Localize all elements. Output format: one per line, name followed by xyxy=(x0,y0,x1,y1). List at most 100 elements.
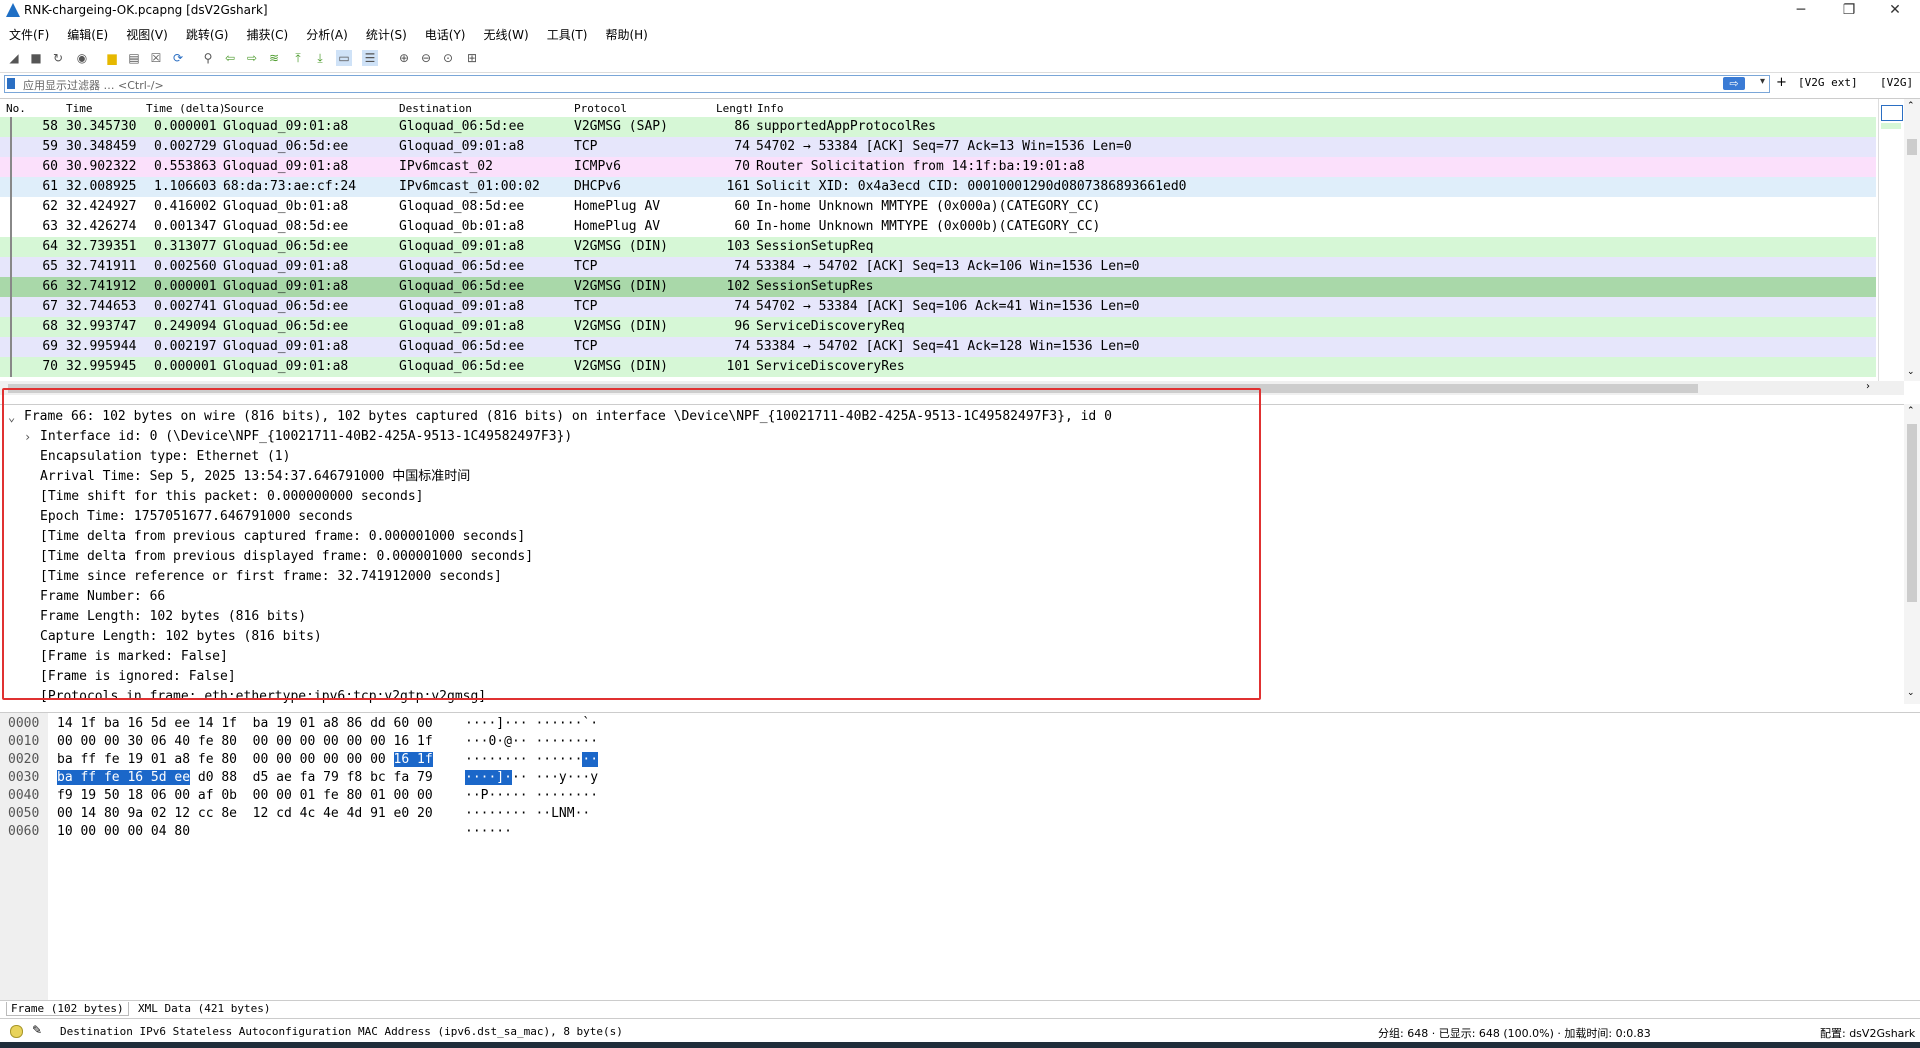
details-vscroll-thumb[interactable] xyxy=(1907,424,1917,602)
menu-capture[interactable]: 捕获(C) xyxy=(237,24,297,43)
menu-view[interactable]: 视图(V) xyxy=(117,24,177,43)
packet-cell-proto: TCP xyxy=(574,339,598,354)
colorize-icon[interactable]: ☰ xyxy=(362,50,378,66)
menu-wireless[interactable]: 无线(W) xyxy=(475,24,538,43)
tree-item-text: [Time delta from previous captured frame… xyxy=(40,529,526,544)
packet-row[interactable]: 58 30.345730 0.000001 Gloquad_09:01:a8 Gloqu… xyxy=(0,117,1876,137)
minimize-button[interactable]: ─ xyxy=(1778,0,1824,22)
col-header-destination[interactable]: Destination xyxy=(399,102,472,115)
menu-analyze[interactable]: 分析(A) xyxy=(297,24,357,43)
col-header-length[interactable]: Length xyxy=(716,102,752,115)
bytes-ascii[interactable]: ········ ········ xyxy=(465,751,599,769)
shark-fin-start-icon[interactable]: ◢ xyxy=(6,50,22,66)
packet-row[interactable]: 67 32.744653 0.002741 Gloquad_06:5d:ee Gloqu… xyxy=(0,297,1876,317)
open-file-icon[interactable]: ▆ xyxy=(104,50,120,66)
tab-xml-data[interactable]: XML Data (421 bytes) xyxy=(134,1002,274,1015)
collapse-arrow-icon[interactable]: ⌄ xyxy=(8,407,15,427)
packet-row[interactable]: 68 32.993747 0.249094 Gloquad_06:5d:ee Gloqu… xyxy=(0,317,1876,337)
packet-row[interactable]: 62 32.424927 0.416002 Gloquad_0b:01:a8 Gloqu… xyxy=(0,197,1876,217)
col-header-info[interactable]: Info xyxy=(757,102,784,115)
expand-arrow-icon[interactable]: › xyxy=(24,427,31,447)
menu-go[interactable]: 跳转(G) xyxy=(177,24,238,43)
bytes-hex[interactable]: ba ff fe 19 01 a8 fe 80 00 00 00 00 00 0… xyxy=(57,751,433,769)
bookmark-icon[interactable] xyxy=(7,78,15,89)
display-filter-input[interactable]: 应用显示过滤器 … <Ctrl-/> ⇨ ▾ xyxy=(4,75,1770,93)
packet-row[interactable]: 59 30.348459 0.002729 Gloquad_06:5d:ee Gloqu… xyxy=(0,137,1876,157)
bytes-ascii[interactable]: ··P····· ········ xyxy=(465,787,598,805)
reload-icon[interactable]: ⟳ xyxy=(170,50,186,66)
col-header-no[interactable]: No. xyxy=(6,102,26,115)
packet-list-vscroll-thumb[interactable] xyxy=(1907,139,1917,155)
packet-list-hscroll-thumb[interactable] xyxy=(8,384,1698,393)
v2g-ext-filter-button[interactable]: [V2G ext] xyxy=(1798,76,1858,89)
bytes-ascii[interactable]: ····]··· ···y···y xyxy=(465,769,598,787)
menu-statistics[interactable]: 统计(S) xyxy=(357,24,416,43)
packet-row[interactable]: 66 32.741912 0.000001 Gloquad_09:01:a8 Gloqu… xyxy=(0,277,1876,297)
menu-help[interactable]: 帮助(H) xyxy=(596,24,656,43)
packet-cell-proto: V2GMSG (SAP) xyxy=(574,119,668,134)
wireshark-fin-icon xyxy=(6,3,20,17)
bytes-ascii[interactable]: ····]··· ······`· xyxy=(465,715,598,733)
filter-history-dropdown[interactable]: ▾ xyxy=(1760,76,1765,87)
bytes-ascii[interactable]: ········ ··LNM·· xyxy=(465,805,590,823)
go-last-icon[interactable]: ⤓ xyxy=(312,50,328,66)
zoom-in-icon[interactable]: ⊕ xyxy=(396,50,412,66)
zoom-normal-icon[interactable]: ⊙ xyxy=(440,50,456,66)
status-profile[interactable]: 配置: dsV2Gshark xyxy=(1820,1025,1915,1041)
save-file-icon[interactable]: ▤ xyxy=(126,50,142,66)
go-forward-icon[interactable]: ⇨ xyxy=(244,50,260,66)
options-gear-icon[interactable]: ◉ xyxy=(74,50,90,66)
details-scroll-up-icon[interactable]: ⌃ xyxy=(1907,406,1915,416)
col-header-source[interactable]: Source xyxy=(224,102,264,115)
menu-telephony[interactable]: 电话(Y) xyxy=(416,24,475,43)
bytes-hex[interactable]: 10 00 00 00 04 80 xyxy=(57,823,190,841)
menu-tools[interactable]: 工具(T) xyxy=(538,24,597,43)
apply-filter-button[interactable]: ⇨ xyxy=(1723,77,1745,90)
find-icon[interactable]: ⚲ xyxy=(200,50,216,66)
zoom-out-icon[interactable]: ⊖ xyxy=(418,50,434,66)
go-to-packet-icon[interactable]: ≋ xyxy=(266,50,282,66)
close-file-icon[interactable]: ☒ xyxy=(148,50,164,66)
restore-button[interactable]: ❐ xyxy=(1826,0,1872,22)
expert-info-icon[interactable] xyxy=(10,1025,23,1038)
bytes-hex[interactable]: 00 14 80 9a 02 12 cc 8e 12 cd 4c 4e 4d 9… xyxy=(57,805,433,823)
menu-file[interactable]: 文件(F) xyxy=(0,24,58,43)
bytes-hex[interactable]: 14 1f ba 16 5d ee 14 1f ba 19 01 a8 86 d… xyxy=(57,715,433,733)
packet-list-hscroll[interactable]: › xyxy=(0,381,1904,395)
packet-row[interactable]: 70 32.995945 0.000001 Gloquad_09:01:a8 Gloqu… xyxy=(0,357,1876,377)
close-button[interactable]: ✕ xyxy=(1872,0,1918,22)
bytes-hex[interactable]: ba ff fe 16 5d ee d0 88 d5 ae fa 79 f8 b… xyxy=(57,769,433,787)
packet-list-vscroll[interactable]: ⌃ ⌄ xyxy=(1904,99,1920,381)
packet-row[interactable]: 65 32.741911 0.002560 Gloquad_09:01:a8 Gloqu… xyxy=(0,257,1876,277)
packet-row[interactable]: 64 32.739351 0.313077 Gloquad_06:5d:ee Gloqu… xyxy=(0,237,1876,257)
auto-scroll-icon[interactable]: ▭ xyxy=(336,50,352,66)
bytes-ascii[interactable]: ······ xyxy=(465,823,512,841)
scroll-right-icon[interactable]: › xyxy=(1866,381,1870,392)
details-vscroll[interactable]: ⌃ ⌄ xyxy=(1904,404,1920,704)
scroll-up-icon[interactable]: ⌃ xyxy=(1907,101,1915,111)
go-first-icon[interactable]: ⤒ xyxy=(290,50,306,66)
bytes-hex[interactable]: f9 19 50 18 06 00 af 0b 00 00 01 fe 80 0… xyxy=(57,787,433,805)
packet-row[interactable]: 69 32.995944 0.002197 Gloquad_09:01:a8 Gloqu… xyxy=(0,337,1876,357)
packet-row[interactable]: 61 32.008925 1.106603 68:da:73:ae:cf:24 IPv6… xyxy=(0,177,1876,197)
resize-columns-icon[interactable]: ⊞ xyxy=(464,50,480,66)
go-back-icon[interactable]: ⇦ xyxy=(222,50,238,66)
details-scroll-down-icon[interactable]: ⌄ xyxy=(1907,688,1915,698)
tab-frame-bytes[interactable]: Frame (102 bytes) xyxy=(6,1002,129,1016)
stop-icon[interactable]: ■ xyxy=(28,50,44,66)
bytes-hex[interactable]: 00 00 00 30 06 40 fe 80 00 00 00 00 00 0… xyxy=(57,733,433,751)
col-header-delta[interactable]: Time (delta) xyxy=(146,102,225,115)
packet-row[interactable]: 60 30.902322 0.553863 Gloquad_09:01:a8 IPv6m… xyxy=(0,157,1876,177)
col-header-time[interactable]: Time xyxy=(66,102,93,115)
edit-comment-icon[interactable]: ✎ xyxy=(32,1023,42,1037)
add-filter-button[interactable]: + xyxy=(1776,75,1787,90)
packet-minimap[interactable] xyxy=(1878,99,1905,381)
restart-icon[interactable]: ↻ xyxy=(50,50,66,66)
minimap-viewport xyxy=(1881,105,1903,121)
bytes-ascii[interactable]: ···0·@·· ········ xyxy=(465,733,598,751)
scroll-down-icon[interactable]: ⌄ xyxy=(1907,367,1915,377)
v2g-filter-button[interactable]: [V2G] xyxy=(1880,76,1913,89)
packet-row[interactable]: 63 32.426274 0.001347 Gloquad_08:5d:ee Gloqu… xyxy=(0,217,1876,237)
col-header-protocol[interactable]: Protocol xyxy=(574,102,627,115)
menu-edit[interactable]: 编辑(E) xyxy=(58,24,117,43)
